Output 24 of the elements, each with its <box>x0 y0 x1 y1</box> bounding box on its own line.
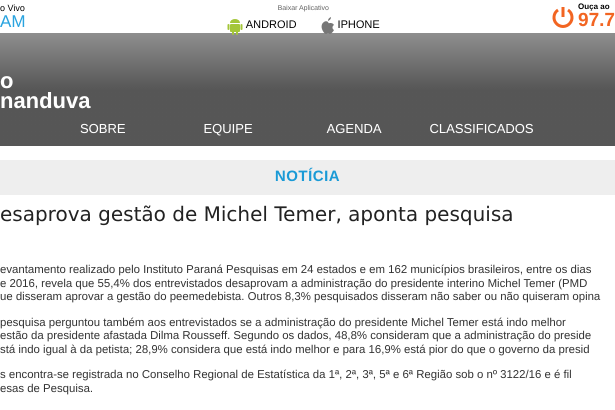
article-text-line: ue disseram aprovar a gestão do peemedebista. Outros 8,3% pesquisados disseram não saber ou não quiseram opina <box>0 291 600 304</box>
article-text-line: pesquisa perguntou também aos entrevistados se a administração do presidente Michel Temer está indo melhor <box>0 316 566 330</box>
site-name: o <box>0 71 14 91</box>
app-link[interactable]: ANDROID <box>226 16 297 34</box>
site-name: nanduva <box>0 91 92 111</box>
frequency-label: 97.7 <box>578 11 615 30</box>
live-label: o Vivo <box>0 4 26 13</box>
article-text-line: esas de Pesquisa. <box>0 382 94 396</box>
android-icon <box>226 16 243 34</box>
listen-label: Ouça ao <box>578 3 611 11</box>
power-icon[interactable] <box>551 4 576 28</box>
section-title: NOTÍCIA <box>274 166 340 188</box>
article-text-line: estão da presidente afastada Dilma Rousseff. Segundo os dados, 48,8% consideram que a administração do preside <box>0 330 592 344</box>
article-text-line: e 2016, revela que 55,4% dos entrevistados desaprovam a administração do presidente interino Michel Temer (PMD <box>0 278 588 291</box>
article-text-line: s encontra-se registrada no Conselho Regional de Estatística da 1ª, 2ª, 3ª, 5ª e 6ª Região sob o nº 3122/16 e é fil <box>0 369 572 382</box>
nav-link[interactable]: SOBRE <box>80 119 126 138</box>
nav-link[interactable]: EQUIPE <box>204 119 253 138</box>
article-text-line: stá indo igual à da petista; 28,9% considera que está indo melhor e para 16,9% está pior do que o governo da presid <box>0 344 590 357</box>
app-link[interactable]: IPHONE <box>320 16 380 34</box>
apple-icon <box>320 17 335 34</box>
article-text-line: evantamento realizado pelo Instituto Paraná Pesquisas em 24 estados e em 162 municípios brasileiros, entre os dias <box>0 264 592 278</box>
article-title: esaprova gestão de Michel Temer, aponta pesquisa <box>0 201 515 228</box>
nav-link[interactable]: CLASSIFICADOS <box>430 119 534 138</box>
nav-link[interactable]: AGENDA <box>326 119 382 138</box>
